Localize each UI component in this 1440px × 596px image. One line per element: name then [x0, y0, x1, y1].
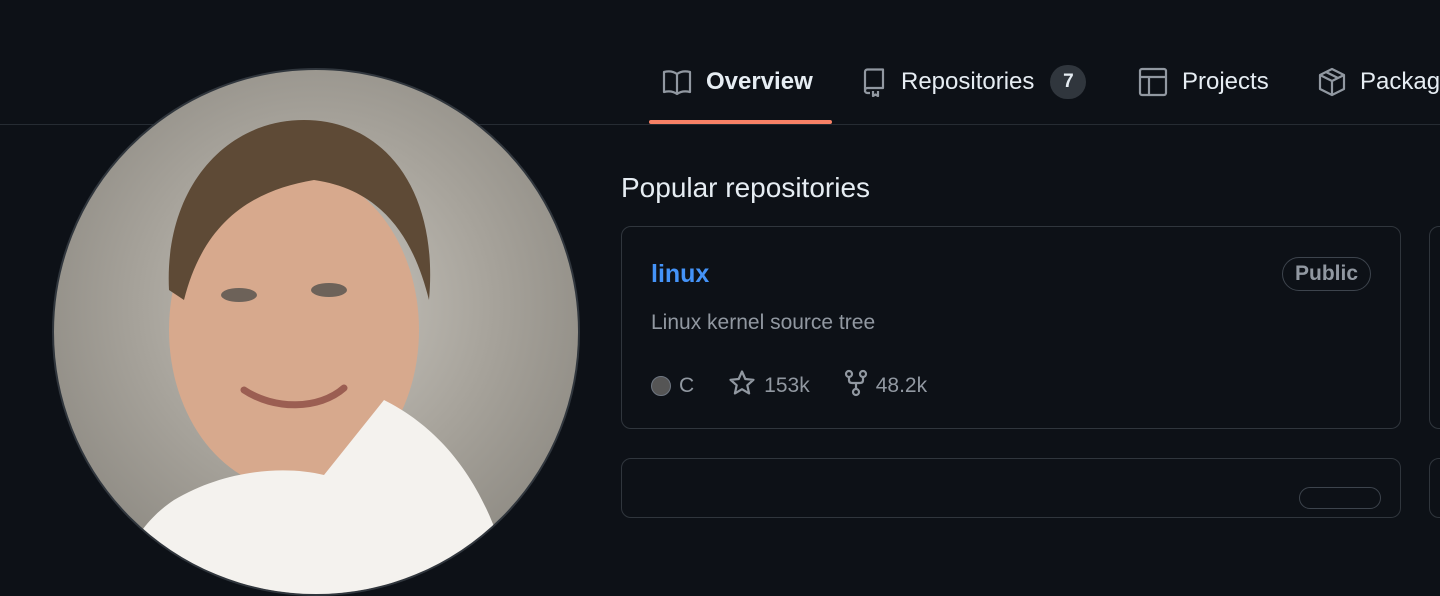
repositories-count-badge: 7 [1050, 65, 1087, 99]
repo-card-lower-next [1429, 458, 1440, 518]
popular-repositories-heading: Popular repositories [621, 172, 871, 203]
tab-projects-label: Projects [1182, 68, 1269, 95]
tab-repositories[interactable]: Repositories 7 [861, 62, 1087, 102]
table-icon [1138, 67, 1168, 97]
repo-stars-count: 153k [764, 374, 810, 397]
package-icon [1318, 67, 1346, 97]
repo-meta: C 153k 48.2k [651, 369, 961, 403]
repo-card-next [1429, 226, 1440, 429]
avatar [52, 68, 580, 596]
repo-stars-link[interactable]: 153k [728, 369, 810, 403]
tab-packages[interactable]: Packag [1318, 62, 1440, 102]
repo-card-lower [621, 458, 1401, 518]
star-icon [728, 369, 756, 403]
repo-name-link[interactable]: linux [651, 260, 709, 289]
visibility-badge-lower [1299, 487, 1381, 509]
tab-packages-label: Packag [1360, 68, 1440, 95]
book-icon [662, 68, 692, 96]
repo-description: Linux kernel source tree [651, 311, 876, 334]
language-color-dot [651, 376, 671, 396]
repo-card: linux Public Linux kernel source tree C … [621, 226, 1401, 429]
repo-icon [861, 67, 887, 97]
repo-forks-link[interactable]: 48.2k [844, 369, 927, 403]
repo-language-label: C [679, 374, 695, 397]
fork-icon [844, 369, 868, 403]
repo-language: C [651, 374, 694, 398]
visibility-badge: Public [1281, 257, 1371, 291]
tab-projects[interactable]: Projects [1138, 62, 1269, 102]
repo-forks-count: 48.2k [875, 374, 928, 397]
tab-repositories-label: Repositories [901, 68, 1035, 95]
tab-overview[interactable]: Overview [662, 62, 813, 102]
tab-overview-label: Overview [706, 68, 813, 95]
avatar-photo [114, 120, 514, 594]
